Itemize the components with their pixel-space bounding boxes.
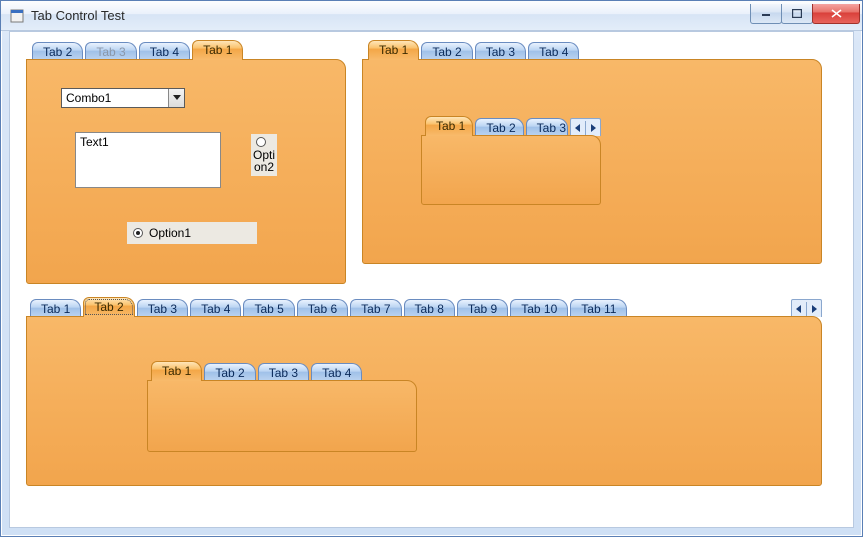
combo1[interactable]: Combo1 bbox=[61, 88, 185, 108]
tab-bottom-8[interactable]: Tab 9 bbox=[457, 299, 508, 317]
tabstrip-top-right-inner: Tab 1 Tab 2 Tab 3 bbox=[421, 116, 601, 136]
tabstrip-bottom-inner: Tab 1 Tab 2 Tab 3 Tab 4 bbox=[147, 361, 417, 381]
tab-bi-0[interactable]: Tab 1 bbox=[151, 361, 202, 381]
text1-input[interactable]: Text1 bbox=[75, 132, 221, 188]
window-title: Tab Control Test bbox=[31, 8, 751, 23]
option1-group[interactable]: Option1 bbox=[127, 222, 257, 244]
tab-body-bottom: Tab 1 Tab 2 Tab 3 Tab 4 bbox=[26, 316, 822, 486]
tab-top-right-0[interactable]: Tab 1 bbox=[368, 40, 419, 60]
tab-tri-0[interactable]: Tab 1 bbox=[425, 116, 473, 136]
tab-control-bottom: Tab 1 Tab 2 Tab 3 Tab 4 Tab 5 Tab 6 Tab … bbox=[26, 297, 822, 486]
tab-bottom-9[interactable]: Tab 10 bbox=[510, 299, 568, 317]
tab-bottom-2[interactable]: Tab 3 bbox=[137, 299, 188, 317]
tab-body-top-right: Tab 1 Tab 2 Tab 3 bbox=[362, 59, 822, 264]
maximize-button[interactable] bbox=[781, 4, 813, 24]
tab-top-left-3[interactable]: Tab 1 bbox=[192, 40, 243, 60]
tab-bottom-6[interactable]: Tab 7 bbox=[350, 299, 401, 317]
client-area: Tab 2 Tab 3 Tab 4 Tab 1 Combo1 Text1 Opt… bbox=[9, 31, 854, 528]
tabstrip-bottom: Tab 1 Tab 2 Tab 3 Tab 4 Tab 5 Tab 6 Tab … bbox=[26, 297, 822, 317]
tab-bottom-5[interactable]: Tab 6 bbox=[297, 299, 348, 317]
tab-bottom-3[interactable]: Tab 4 bbox=[190, 299, 241, 317]
tab-control-top-right: Tab 1 Tab 2 Tab 3 Tab 4 Tab 1 Tab 2 Tab … bbox=[362, 40, 822, 264]
tab-control-top-right-inner: Tab 1 Tab 2 Tab 3 bbox=[421, 116, 601, 205]
option1-radio[interactable] bbox=[133, 228, 143, 238]
option2-group[interactable]: Option2 bbox=[251, 134, 277, 176]
tab-tri-1[interactable]: Tab 2 bbox=[475, 118, 523, 136]
tab-top-left-2[interactable]: Tab 4 bbox=[139, 42, 190, 60]
tab-bottom-0[interactable]: Tab 1 bbox=[30, 299, 81, 317]
tab-body-bottom-inner bbox=[147, 380, 417, 452]
minimize-button[interactable] bbox=[750, 4, 782, 24]
app-window: Tab Control Test Tab 2 Tab 3 Tab 4 Tab 1 bbox=[0, 0, 863, 537]
app-icon bbox=[9, 8, 25, 24]
tab-top-right-2[interactable]: Tab 3 bbox=[475, 42, 526, 60]
tab-bottom-4[interactable]: Tab 5 bbox=[243, 299, 294, 317]
tab-tri-2[interactable]: Tab 3 bbox=[526, 118, 568, 136]
tab-bi-3[interactable]: Tab 4 bbox=[311, 363, 362, 381]
tabstrip-scroll-top-right-inner bbox=[570, 118, 601, 136]
tab-top-right-3[interactable]: Tab 4 bbox=[528, 42, 579, 60]
tab-bottom-10[interactable]: Tab 11 bbox=[570, 299, 627, 317]
tabstrip-scroll-bottom bbox=[791, 299, 822, 317]
option2-radio[interactable] bbox=[256, 137, 266, 147]
tabstrip-bottom-scroll-right[interactable] bbox=[807, 301, 821, 317]
tab-body-top-left: Combo1 Text1 Option2 Option1 bbox=[26, 59, 346, 284]
option1-label: Option1 bbox=[149, 226, 191, 240]
chevron-down-icon bbox=[173, 95, 181, 101]
tabstrip-bottom-scroll-left[interactable] bbox=[792, 301, 806, 317]
tabstrip-scroll-left[interactable] bbox=[571, 120, 585, 136]
tab-control-top-left: Tab 2 Tab 3 Tab 4 Tab 1 Combo1 Text1 Opt… bbox=[26, 40, 346, 284]
option2-label: Option2 bbox=[253, 149, 275, 173]
tab-bottom-7[interactable]: Tab 8 bbox=[404, 299, 455, 317]
tab-top-right-1[interactable]: Tab 2 bbox=[421, 42, 472, 60]
close-button[interactable] bbox=[812, 4, 860, 24]
tabstrip-scroll-right[interactable] bbox=[586, 120, 600, 136]
tab-control-bottom-inner: Tab 1 Tab 2 Tab 3 Tab 4 bbox=[147, 361, 417, 452]
tab-bi-1[interactable]: Tab 2 bbox=[204, 363, 255, 381]
tab-body-top-right-inner bbox=[421, 135, 601, 205]
tabstrip-top-left: Tab 2 Tab 3 Tab 4 Tab 1 bbox=[26, 40, 346, 60]
window-buttons bbox=[751, 4, 860, 24]
tab-bi-2[interactable]: Tab 3 bbox=[258, 363, 309, 381]
tab-top-left-0[interactable]: Tab 2 bbox=[32, 42, 83, 60]
combo1-dropdown-button[interactable] bbox=[168, 89, 184, 107]
tab-top-left-1[interactable]: Tab 3 bbox=[85, 42, 136, 60]
tab-bottom-1[interactable]: Tab 2 bbox=[83, 297, 134, 317]
titlebar: Tab Control Test bbox=[1, 1, 862, 31]
combo1-value: Combo1 bbox=[66, 91, 111, 105]
tabstrip-top-right: Tab 1 Tab 2 Tab 3 Tab 4 bbox=[362, 40, 822, 60]
